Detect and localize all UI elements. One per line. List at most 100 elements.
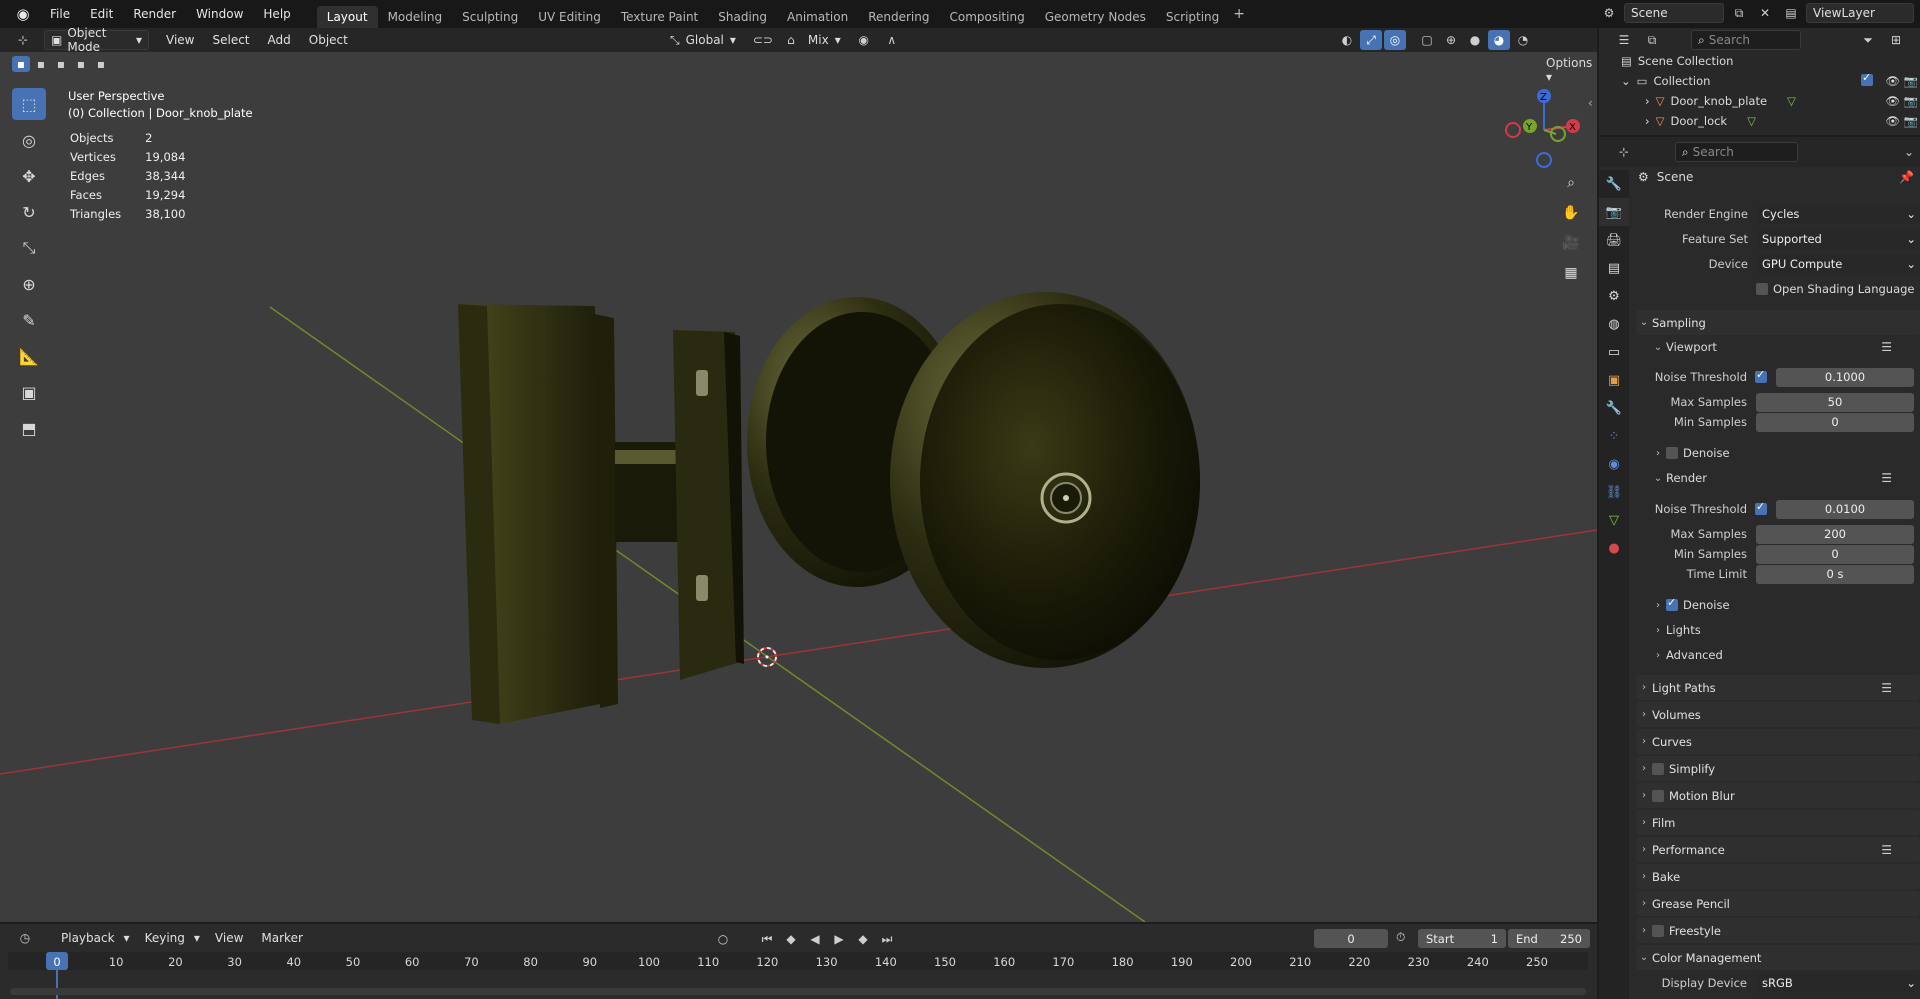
editor-type-icon[interactable]: ⊹ bbox=[1613, 142, 1635, 162]
material-shading-icon[interactable]: ◕ bbox=[1488, 30, 1510, 50]
collection-checkbox[interactable] bbox=[1861, 71, 1873, 86]
render-max-samples-field[interactable]: 200 bbox=[1756, 524, 1914, 544]
noise-threshold-checkbox[interactable] bbox=[1755, 368, 1767, 383]
menu-file[interactable]: File bbox=[40, 0, 80, 28]
render-min-samples-field[interactable]: 0 bbox=[1756, 544, 1914, 564]
options-button[interactable]: Options ▾ bbox=[1546, 56, 1597, 84]
panel-performance[interactable]: › Performance ☰ bbox=[1636, 837, 1920, 862]
next-keyframe-icon[interactable]: ◆ bbox=[852, 929, 874, 949]
panel-motion-blur[interactable]: › Motion Blur bbox=[1636, 783, 1920, 808]
rotate-tool-icon[interactable]: ↻ bbox=[12, 196, 46, 228]
presets-icon[interactable]: ☰ bbox=[1881, 471, 1892, 485]
tab-geometry-nodes[interactable]: Geometry Nodes bbox=[1035, 6, 1156, 28]
snap-icon[interactable]: ⌂ bbox=[780, 30, 802, 50]
eye-icon[interactable]: 👁 bbox=[1885, 94, 1900, 108]
viewport-menu-object[interactable]: Object bbox=[300, 33, 357, 47]
prev-keyframe-icon[interactable]: ◆ bbox=[780, 929, 802, 949]
panel-simplify[interactable]: › Simplify bbox=[1636, 756, 1920, 781]
view-layer-tab-icon[interactable]: ▤ bbox=[1599, 254, 1629, 282]
overlay-toggle-icon[interactable]: ◎ bbox=[1384, 30, 1406, 50]
panel-color-management[interactable]: ⌄ Color Management bbox=[1636, 945, 1920, 970]
pan-hand-icon[interactable]: ✋ bbox=[1558, 200, 1584, 226]
outliner-object-row[interactable]: › ▽ Door_lock ▽ 👁 📷 bbox=[1645, 114, 1920, 128]
jump-start-icon[interactable]: ⏮ bbox=[756, 929, 778, 949]
tab-scripting[interactable]: Scripting bbox=[1156, 6, 1229, 28]
tool-settings-tab-icon[interactable]: 🔧 bbox=[1599, 170, 1629, 198]
timeline-scrollbar[interactable] bbox=[10, 988, 1586, 995]
sampling-panel-header[interactable]: ⌄ Sampling bbox=[1636, 310, 1920, 335]
display-mode-icon[interactable]: ☰ bbox=[1613, 30, 1635, 50]
constraints-tab-icon[interactable]: ⛓ bbox=[1599, 478, 1629, 506]
proportional-edit-icon[interactable]: ◉ bbox=[853, 30, 875, 50]
play-reverse-icon[interactable]: ◀ bbox=[804, 929, 826, 949]
menu-edit[interactable]: Edit bbox=[80, 0, 123, 28]
orientation-label[interactable]: Global bbox=[686, 33, 724, 47]
timeline-menu-marker[interactable]: Marker bbox=[252, 931, 311, 945]
new-collection-icon[interactable]: ⊞ bbox=[1885, 30, 1907, 50]
filter-icon[interactable]: ⏷ bbox=[1857, 30, 1879, 50]
eye-icon[interactable]: 👁 bbox=[1885, 114, 1900, 128]
world-tab-icon[interactable]: ◍ bbox=[1599, 310, 1629, 338]
blender-logo-icon[interactable]: ◉ bbox=[14, 5, 32, 23]
render-denoise-row[interactable]: › Denoise bbox=[1632, 594, 1920, 616]
mode-selector[interactable]: ▣ Object Mode ▾ bbox=[44, 26, 149, 54]
tab-sculpting[interactable]: Sculpting bbox=[452, 6, 528, 28]
tab-layout[interactable]: Layout bbox=[316, 6, 378, 28]
menu-help[interactable]: Help bbox=[253, 0, 300, 28]
tab-uv-editing[interactable]: UV Editing bbox=[528, 6, 611, 28]
data-tab-icon[interactable]: ▽ bbox=[1599, 506, 1629, 534]
advanced-subpanel-header[interactable]: › Advanced bbox=[1632, 644, 1920, 666]
perspective-grid-icon[interactable]: ▦ bbox=[1558, 260, 1584, 286]
menu-render[interactable]: Render bbox=[123, 0, 186, 28]
viewport-menu-view[interactable]: View bbox=[157, 33, 203, 47]
move-tool-icon[interactable]: ✥ bbox=[12, 160, 46, 192]
render-subpanel-header[interactable]: ⌄ Render ☰ bbox=[1632, 467, 1920, 489]
select-extend-icon[interactable]: ▪ bbox=[32, 56, 50, 72]
camera-icon[interactable]: 📷 bbox=[1904, 74, 1918, 88]
navigation-gizmo[interactable]: Z X Y bbox=[1500, 86, 1590, 176]
viewport-denoise-row[interactable]: › Denoise bbox=[1632, 442, 1920, 464]
viewport-max-samples-field[interactable]: 50 bbox=[1756, 392, 1914, 412]
render-denoise-checkbox[interactable] bbox=[1666, 596, 1678, 611]
solid-shading-icon[interactable]: ● bbox=[1464, 30, 1486, 50]
collapse-sidebar-icon[interactable]: ‹ bbox=[1588, 96, 1593, 110]
scale-tool-icon[interactable]: ⤡ bbox=[12, 232, 46, 264]
panel-enable-checkbox[interactable] bbox=[1652, 789, 1664, 802]
tab-animation[interactable]: Animation bbox=[777, 6, 858, 28]
editor-type-icon[interactable]: ◷ bbox=[14, 928, 36, 948]
panel-film[interactable]: › Film bbox=[1636, 810, 1920, 835]
panel-bake[interactable]: › Bake bbox=[1636, 864, 1920, 889]
camera-view-icon[interactable]: 🎥 bbox=[1558, 230, 1584, 256]
current-frame-field[interactable]: 0 bbox=[1314, 929, 1388, 948]
delete-scene-icon[interactable]: ✕ bbox=[1754, 3, 1776, 23]
tab-shading[interactable]: Shading bbox=[708, 6, 777, 28]
presets-icon[interactable]: ☰ bbox=[1881, 340, 1892, 354]
modifier-tab-icon[interactable]: 🔧 bbox=[1599, 394, 1629, 422]
new-scene-icon[interactable]: ⧉ bbox=[1728, 3, 1750, 23]
xray-icon[interactable]: ▢ bbox=[1416, 30, 1438, 50]
render-engine-dropdown[interactable]: Cycles ⌄ bbox=[1756, 204, 1920, 224]
material-tab-icon[interactable]: ● bbox=[1599, 534, 1629, 562]
properties-search[interactable]: ⌕ Search bbox=[1674, 142, 1799, 162]
panel-enable-checkbox[interactable] bbox=[1652, 924, 1664, 937]
scene-selector[interactable]: Scene bbox=[1624, 3, 1724, 23]
measure-tool-icon[interactable]: 📐 bbox=[12, 340, 46, 372]
timeline-menu-keying[interactable]: Keying bbox=[136, 931, 194, 945]
zoom-icon[interactable]: ⌕ bbox=[1558, 170, 1584, 196]
eye-icon[interactable]: 👁 bbox=[1885, 74, 1900, 88]
pin-icon[interactable]: 📌 bbox=[1899, 170, 1914, 184]
panel-volumes[interactable]: › Volumes bbox=[1636, 702, 1920, 727]
menu-window[interactable]: Window bbox=[186, 0, 253, 28]
stopwatch-icon[interactable]: ⏱ bbox=[1396, 930, 1405, 945]
collection-tab-icon[interactable]: ▭ bbox=[1599, 338, 1629, 366]
record-icon[interactable]: ○ bbox=[712, 929, 734, 949]
play-icon[interactable]: ▶ bbox=[828, 929, 850, 949]
feature-set-dropdown[interactable]: Supported ⌄ bbox=[1756, 229, 1920, 249]
chevron-down-icon[interactable]: ⌄ bbox=[1898, 142, 1920, 162]
select-intersect-icon[interactable]: ▪ bbox=[92, 56, 110, 72]
end-frame-field[interactable]: End 250 bbox=[1508, 929, 1590, 948]
panel-grease-pencil[interactable]: › Grease Pencil bbox=[1636, 891, 1920, 916]
lights-subpanel-header[interactable]: › Lights bbox=[1632, 619, 1920, 641]
render-noise-threshold-field[interactable]: 0.0100 bbox=[1776, 499, 1914, 519]
select-box-icon[interactable]: ⬚ bbox=[12, 88, 46, 120]
